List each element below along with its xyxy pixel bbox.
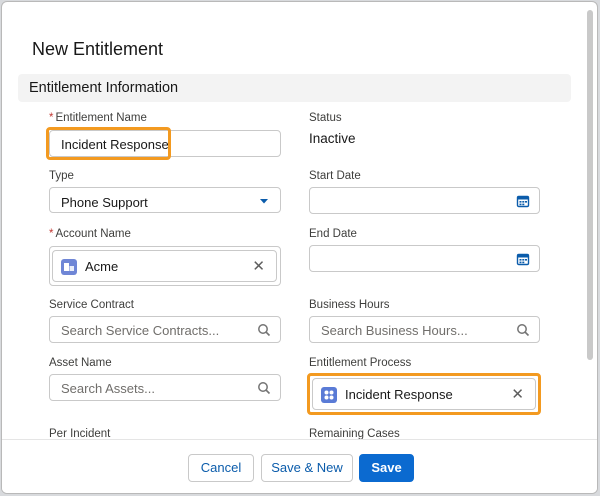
required-marker: * [49, 228, 54, 240]
search-icon [258, 382, 271, 395]
account-name-label: * Account Name [49, 228, 131, 240]
entitlement-process-highlight [307, 373, 541, 415]
cancel-button[interactable]: Cancel [188, 454, 254, 482]
scrollbar-thumb[interactable] [587, 10, 593, 360]
calendar-icon[interactable] [516, 194, 530, 208]
business-hours-input[interactable]: Search Business Hours... [309, 316, 540, 343]
entitlement-name-label: * Entitlement Name [49, 112, 147, 124]
end-date-label: End Date [309, 228, 357, 240]
section-title: Entitlement Information [29, 80, 179, 96]
entitlement-process-label: Entitlement Process [309, 357, 412, 369]
account-name-field-frame [49, 246, 281, 286]
save-new-button[interactable]: Save & New [261, 454, 353, 482]
modal-footer: Cancel Save & New Save [2, 439, 597, 493]
section-header[interactable]: Entitlement Information [18, 74, 571, 102]
type-label: Type [49, 170, 74, 182]
start-date-input[interactable] [309, 187, 540, 214]
search-icon [258, 324, 271, 337]
service-contract-input[interactable]: Search Service Contracts... [49, 316, 281, 343]
end-date-input[interactable] [309, 245, 540, 272]
start-date-label: Start Date [309, 170, 361, 182]
modal-scrollbar[interactable] [586, 8, 595, 438]
calendar-icon[interactable] [516, 252, 530, 266]
status-label: Status [309, 112, 342, 124]
save-button[interactable]: Save [359, 454, 414, 482]
new-entitlement-modal: New Entitlement Entitlement Information … [1, 1, 598, 494]
chevron-down-icon [260, 199, 268, 204]
asset-name-label: Asset Name [49, 357, 112, 369]
entitlement-name-highlight [46, 127, 171, 160]
search-icon [517, 324, 530, 337]
modal-title: New Entitlement [32, 39, 164, 59]
business-hours-label: Business Hours [309, 299, 390, 311]
type-select[interactable]: Phone Support [49, 187, 281, 213]
status-value: Inactive [309, 131, 356, 146]
required-marker: * [49, 112, 54, 124]
asset-name-input[interactable]: Search Assets... [49, 374, 281, 401]
service-contract-label: Service Contract [49, 299, 135, 311]
